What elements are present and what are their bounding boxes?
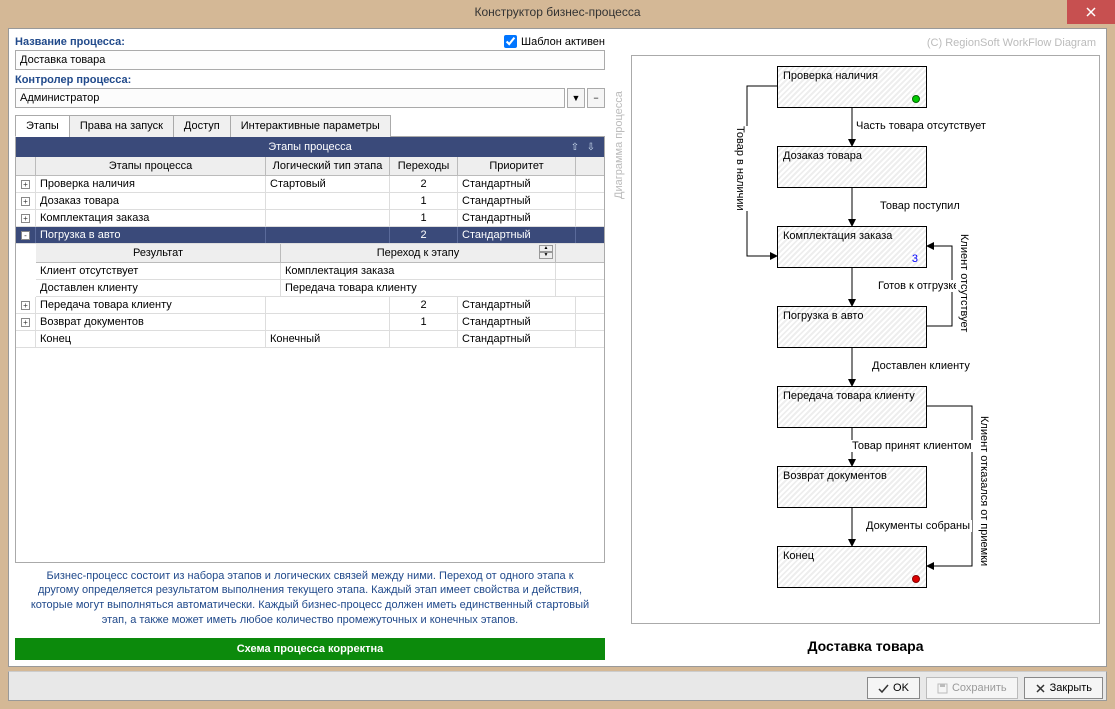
collapse-icon[interactable]: - [21,231,30,240]
edge-label: Клиент отказался от приемки [976,416,992,566]
start-dot-icon [912,95,920,103]
close-icon [1035,683,1046,694]
edge-label: Готов к отгрузке [876,280,961,292]
tab-content: Этапы процесса ⇧ ⇩ Этапы процесса Логиче… [15,137,605,563]
diagram-title: Доставка товара [631,638,1100,654]
spin-up[interactable]: ▲ [539,245,553,252]
edge-label: Товар поступил [878,200,962,212]
controller-clear-button[interactable]: − [587,88,605,108]
edge-label: Часть товара отсутствует [854,120,988,132]
diagram-node[interactable]: Проверка наличия [777,66,927,108]
edge-label: Товар в наличии [732,126,748,211]
info-text: Бизнес-процесс состоит из набора этапов … [15,563,605,634]
expand-icon[interactable]: + [21,318,30,327]
titlebar: Конструктор бизнес-процесса [0,0,1115,24]
col-prio[interactable]: Приоритет [458,157,576,175]
table-row[interactable]: - Погрузка в авто 2 Стандартный [16,227,604,244]
col-logic[interactable]: Логический тип этапа [266,157,390,175]
right-panel: (C) RegionSoft WorkFlow Diagram [631,35,1100,660]
sub-grid-columns: Результат Переход к этапу ▲▼ [36,244,604,263]
divider-label: Диаграмма процесса [613,91,625,199]
status-bar: Схема процесса корректна [15,638,605,660]
save-button: Сохранить [926,677,1018,699]
diagram-node[interactable]: Комплектация заказа 3 [777,226,927,268]
window-title: Конструктор бизнес-процесса [474,5,640,19]
check-icon [878,683,889,694]
table-row[interactable]: Конец Конечный Стандартный [16,331,604,348]
close-button[interactable]: Закрыть [1024,677,1103,699]
tab-rights[interactable]: Права на запуск [69,115,174,137]
content-area: Название процесса: Шаблон активен Контро… [8,28,1107,667]
controller-dropdown-button[interactable]: ▼ [567,88,585,108]
diagram-area[interactable]: Проверка наличия Дозаказ товара Комплект… [631,55,1100,624]
left-panel: Название процесса: Шаблон активен Контро… [15,35,605,660]
expand-icon[interactable]: + [21,301,30,310]
controller-label: Контролер процесса: [15,74,131,86]
table-row[interactable]: + Возврат документов 1 Стандартный [16,314,604,331]
grid-body: + Проверка наличия Стартовый 2 Стандартн… [16,176,604,562]
table-row[interactable]: + Проверка наличия Стартовый 2 Стандартн… [16,176,604,193]
template-active-input[interactable] [504,35,517,48]
sub-row[interactable]: Доставлен клиенту Передача товара клиент… [36,280,604,297]
controller-input[interactable] [15,88,565,108]
diagram-node[interactable]: Дозаказ товара [777,146,927,188]
col-trans[interactable]: Переходы [390,157,458,175]
tab-stages[interactable]: Этапы [15,115,70,137]
table-row[interactable]: + Комплектация заказа 1 Стандартный [16,210,604,227]
table-row[interactable]: + Дозаказ товара 1 Стандартный [16,193,604,210]
footer-buttons: OK Сохранить Закрыть [867,677,1103,699]
expand-icon[interactable]: + [21,197,30,206]
ok-button[interactable]: OK [867,677,920,699]
col-stage[interactable]: Этапы процесса [36,157,266,175]
diagram-node[interactable]: Возврат документов [777,466,927,508]
sub-row[interactable]: Клиент отсутствует Комплектация заказа [36,263,604,280]
edge-label: Доставлен клиенту [870,360,972,372]
tab-params[interactable]: Интерактивные параметры [230,115,391,137]
table-row[interactable]: + Передача товара клиенту 2 Стандартный [16,297,604,314]
move-down-button[interactable]: ⇩ [584,140,598,154]
grid-columns: Этапы процесса Логический тип этапа Пере… [16,157,604,176]
tab-access[interactable]: Доступ [173,115,231,137]
edge-label: Документы собраны [864,520,972,532]
expand-icon[interactable]: + [21,214,30,223]
diagram-node[interactable]: Передача товара клиенту [777,386,927,428]
window-close-button[interactable] [1067,0,1115,24]
process-name-input[interactable] [15,50,605,70]
diagram-node[interactable]: Конец [777,546,927,588]
edge-label: Клиент отсутствует [956,234,972,332]
template-active-checkbox[interactable]: Шаблон активен [504,35,605,48]
edge-label: Товар принят клиентом [850,440,974,452]
diagram-node[interactable]: Погрузка в авто [777,306,927,348]
tabs: Этапы Права на запуск Доступ Интерактивн… [15,114,605,137]
end-dot-icon [912,575,920,583]
save-icon [937,683,948,694]
expand-icon[interactable]: + [21,180,30,189]
grid-title-bar: Этапы процесса ⇧ ⇩ [16,137,604,157]
diagram-copyright: (C) RegionSoft WorkFlow Diagram [631,35,1100,51]
move-up-button[interactable]: ⇧ [568,140,582,154]
process-name-label: Название процесса: [15,36,125,48]
spin-down[interactable]: ▼ [539,252,553,259]
